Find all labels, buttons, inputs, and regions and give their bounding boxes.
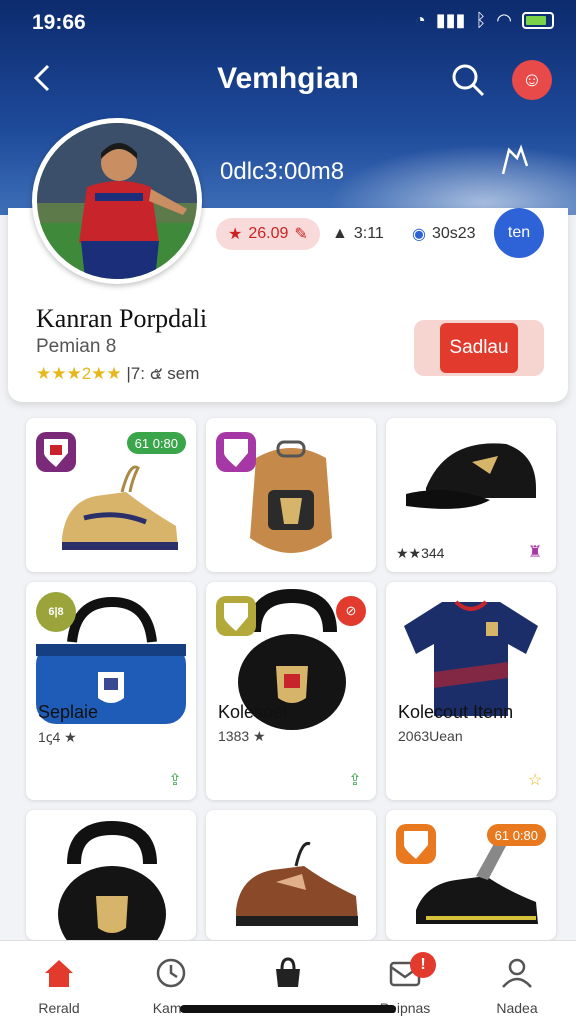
product-tile-jersey[interactable]: Kolecout Itenn 2063Uean ☆ <box>386 582 556 800</box>
page-title: Vemhgian <box>217 62 359 95</box>
player-name: Kanran Porpdali <box>36 304 208 333</box>
time-value: 3:11 <box>353 225 384 242</box>
star-outline-icon[interactable]: ☆ <box>524 770 546 792</box>
time-stat: ▲ 3:11 <box>332 218 384 250</box>
player-photo <box>37 123 197 279</box>
price-tag: 61 0:80 <box>126 432 186 454</box>
product-tile-shoe[interactable] <box>206 810 376 940</box>
rating-text: |7: ๕ sem <box>126 364 200 383</box>
kettlebell-bag-image <box>58 820 166 940</box>
product-meta: 1ꞔ4 ★ <box>38 729 77 745</box>
user-icon: ☺ <box>521 68 543 91</box>
product-tile-kettlebell-2[interactable] <box>26 810 196 940</box>
wifi-icon: ◠ <box>496 10 512 30</box>
bluetooth-icon: ᛒ <box>475 10 487 30</box>
location-pin-icon: ◉ <box>412 226 426 243</box>
signal-icon: ▮▮▮ <box>435 10 466 30</box>
player-role: Pemian 8 <box>36 336 117 357</box>
product-tile-boot[interactable]: 61 0:80 <box>386 810 556 940</box>
person-icon <box>502 958 532 988</box>
rating-stars: ★★★2★★ <box>36 364 122 383</box>
bag-icon <box>276 957 300 987</box>
product-meta: 1383 ★ <box>218 728 266 744</box>
product-title: Seplaie <box>38 702 99 722</box>
tab-profile[interactable]: Nadea <box>462 949 572 1016</box>
product-tile-cap[interactable]: ★★344 ♜ <box>386 418 556 572</box>
club-crest-badge <box>216 432 256 472</box>
tab-shop[interactable] <box>233 949 343 1000</box>
home-indicator[interactable] <box>180 1005 396 1013</box>
action-button[interactable]: Sadlau <box>440 323 518 373</box>
club-crest-badge <box>216 596 256 636</box>
leather-shoe-image <box>236 842 358 926</box>
follow-button[interactable]: ten <box>494 208 544 258</box>
tab-home[interactable]: Rerald <box>4 949 114 1016</box>
star-icon: ★ <box>228 226 243 243</box>
profile-menu-button[interactable]: ☺ <box>512 60 552 100</box>
product-meta: 2063Uean <box>398 728 463 744</box>
wishlist-icon[interactable]: ♜ <box>524 542 546 564</box>
home-icon <box>45 960 73 987</box>
price-value: 26.09 <box>248 225 289 242</box>
search-icon <box>452 64 485 97</box>
club-crest-badge <box>36 432 76 472</box>
status-icons: ◔ ▮▮▮ ᛒ ◠ <box>415 10 554 31</box>
banner-cloud-decoration <box>316 140 576 215</box>
price-badge: ★ 26.09 ✎ <box>216 218 320 250</box>
product-tile-kettlebell[interactable]: ⊘ Kolesoei 1383 ★ ⇪ <box>206 582 376 800</box>
tab-label: Nadea <box>496 1000 538 1016</box>
product-tile-duffel[interactable]: 6|8 Seplaie 1ꞔ4 ★ ⇪ <box>26 582 196 800</box>
sale-badge: ⊘ <box>336 596 366 626</box>
location-value: 30s23 <box>431 225 476 242</box>
status-time: 19:66 <box>32 11 86 34</box>
notification-badge: ! <box>410 952 436 978</box>
clock-icon <box>156 958 186 988</box>
club-crest-badge <box>396 824 436 864</box>
product-title: Kolesoei <box>218 702 288 722</box>
action-button-wrap: Sadlau <box>414 320 544 376</box>
search-button[interactable] <box>448 60 488 100</box>
share-icon[interactable] <box>495 140 535 180</box>
player-rating: ★★★2★★ |7: ๕ sem <box>36 360 199 387</box>
banner-text: 0dlc3:00m8 <box>220 158 345 185</box>
product-meta: ★★344 <box>396 545 445 561</box>
tag-icon: ✎ <box>294 226 308 243</box>
club-crest-badge: 6|8 <box>36 592 76 632</box>
cart-add-icon[interactable]: ⇪ <box>344 770 366 792</box>
status-bar: 19:66 ◔ ▮▮▮ ᛒ ◠ <box>0 0 576 44</box>
tab-label: Rerald <box>38 1000 80 1016</box>
avatar[interactable] <box>32 118 202 284</box>
location-stat: ◉ 30s23 <box>412 218 476 250</box>
cart-add-icon[interactable]: ⇪ <box>164 770 186 792</box>
product-title: Kolecout Itenn <box>398 702 514 722</box>
price-tag: 61 0:80 <box>486 824 546 846</box>
product-tile-sneaker[interactable]: 61 0:80 <box>26 418 196 572</box>
battery-icon <box>522 12 554 29</box>
product-tile-bag-tag[interactable] <box>206 418 376 572</box>
mountain-icon: ▲ <box>332 225 348 242</box>
alarm-icon: ◔ <box>414 10 426 30</box>
